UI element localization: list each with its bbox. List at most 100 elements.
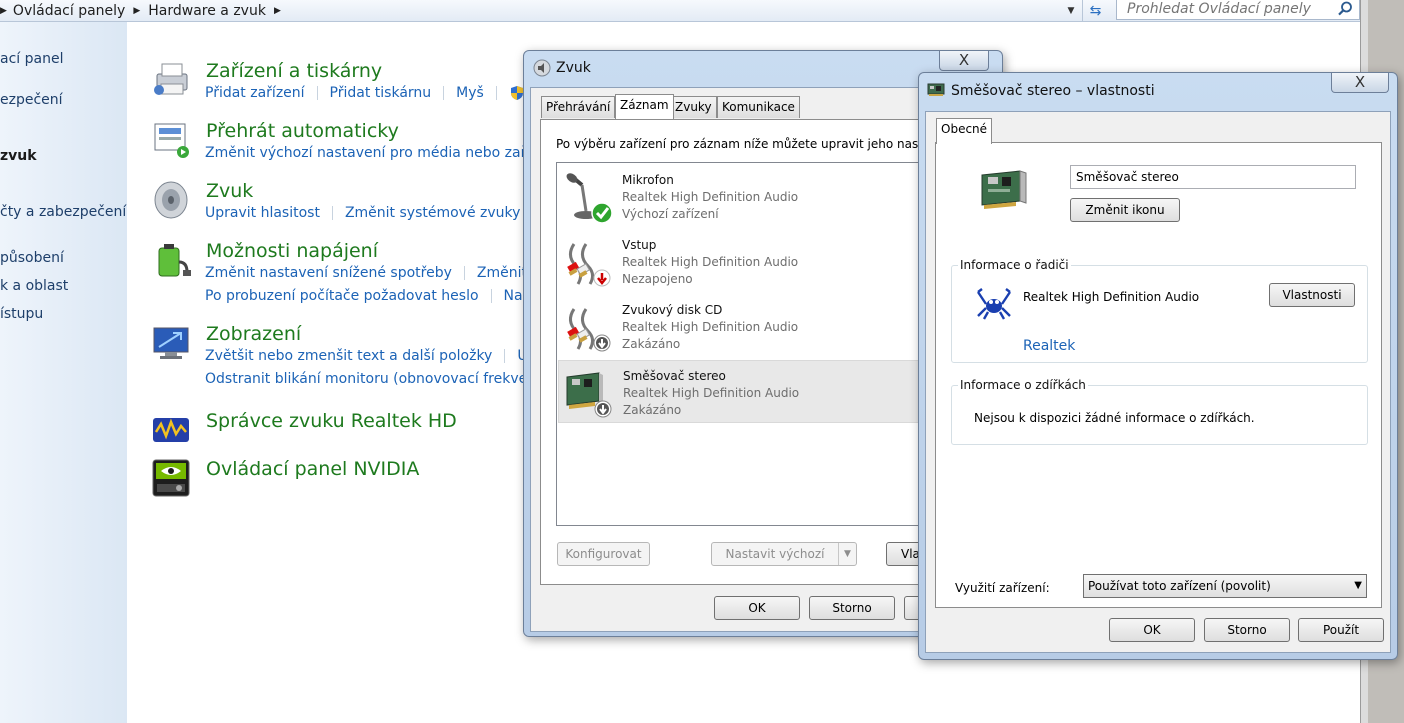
controller-name: Realtek High Definition Audio [1023,290,1200,304]
set-default-button[interactable]: Nastavit výchozí ▼ [711,542,857,566]
device-list[interactable]: Mikrofon Realtek High Definition Audio Výc… [556,162,926,526]
link-separator [463,266,465,280]
category-title[interactable]: Zařízení a tiskárny [206,60,382,82]
device-usage-select[interactable]: Používat toto zařízení (povolit) ▼ [1083,574,1367,598]
category-link[interactable]: Změnit systémové zvuky [345,205,520,221]
breadcrumb-control-panel[interactable]: Ovládací panely [13,3,125,19]
close-button[interactable]: X [939,51,989,71]
breadcrumb-arrow-icon[interactable]: ▶ [0,6,7,16]
device-name: Vstup [622,238,657,252]
device-usage-label: Využití zařízení: [955,581,1050,595]
cancel-button[interactable]: Storno [809,596,895,620]
category-link[interactable]: Zvětšit nebo zmenšit text a další položk… [205,348,492,364]
sidebar-item[interactable]: ezpečení [0,92,63,108]
jack-info-group: Informace o zdířkách Nejsou k dispozici … [951,378,1368,445]
speaker-icon [533,59,551,77]
nvidia-icon[interactable] [151,458,191,498]
device-status: Zakázáno [623,403,682,417]
search-icon[interactable] [1337,0,1353,18]
sidebar-item[interactable]: čty a zabezpečení [0,204,126,220]
sound-card-icon [981,170,1027,209]
device-name: Mikrofon [622,173,674,187]
device-status: Výchozí zařízení [622,207,719,221]
breadcrumb-arrow-icon[interactable]: ▶ [133,6,140,16]
tab-sounds[interactable]: Zvuky [670,96,717,118]
category-link[interactable]: Změnit nastavení snížené spotřeby [205,265,452,281]
change-icon-button[interactable]: Změnit ikonu [1070,198,1180,222]
tab-playback[interactable]: Přehrávání [541,96,616,118]
general-tab-page: Změnit ikonu Informace o řadiči Realtek … [935,142,1382,608]
search-input[interactable] [1125,0,1335,18]
breadcrumb-arrow-icon[interactable]: ▶ [274,6,281,16]
jack-info-text: Nejsou k dispozici žádné informace o zdí… [974,411,1255,425]
cancel-button[interactable]: Storno [1204,618,1290,642]
realtek-audio-icon[interactable] [151,410,191,450]
ok-button[interactable]: OK [714,596,800,620]
chevron-down-icon[interactable]: ▼ [1354,575,1362,597]
category-links: Upravit hlasitost Změnit systémové zvuky [205,205,545,221]
ok-button[interactable]: OK [1109,618,1195,642]
controller-properties-button[interactable]: Vlastnosti [1269,283,1355,307]
category-title[interactable]: Zvuk [206,180,253,202]
sidebar: ací panel ezpečení zvuk čty a zabezpečení pů… [0,22,127,723]
speaker-icon[interactable] [151,180,191,220]
device-status: Nezapojeno [622,272,693,286]
category-links: Přidat zařízeníPřidat tiskárnuMyšS [205,85,538,101]
printer-icon[interactable] [151,60,191,100]
sidebar-item[interactable]: ací panel [0,51,63,67]
realtek-crab-icon [977,288,1011,320]
sidebar-item[interactable]: zvuk [0,148,37,164]
category-links: Odstranit blikání monitoru (obnovovací f… [205,371,544,387]
device-usage-value: Používat toto zařízení (povolit) [1088,579,1271,593]
category-links: Zvětšit nebo zmenšit text a další položk… [205,348,542,364]
tab-recording[interactable]: Záznam [615,94,674,119]
tab-communications[interactable]: Komunikace [717,96,800,118]
category-title[interactable]: Správce zvuku Realtek HD [206,410,457,432]
close-button[interactable]: X [1331,73,1389,93]
autoplay-icon[interactable] [151,120,191,160]
device-name: Směšovač stereo [623,369,726,383]
configure-button[interactable]: Konfigurovat [557,542,650,566]
category-link[interactable]: Změnit výchozí nastavení pro média nebo … [205,145,546,161]
category-links: Změnit nastavení snížené spotřeby Změnit … [205,265,548,281]
window-title: Směšovač stereo – vlastnosti [951,83,1155,99]
battery-icon[interactable] [151,240,191,280]
rca-cable-icon [567,243,611,287]
search-box[interactable] [1116,0,1360,20]
sound-card-icon [927,83,945,96]
refresh-icon[interactable]: ⇆ [1082,0,1108,22]
sidebar-item[interactable]: ístupu [0,306,43,322]
category-title[interactable]: Možnosti napájení [206,240,378,262]
device-list-item[interactable]: Směšovač stereo Realtek High Definition A… [558,360,926,423]
device-list-item[interactable]: Zvukový disk CD Realtek High Definition A… [558,295,926,358]
category-link[interactable]: Přidat zařízení [205,85,305,101]
device-name: Zvukový disk CD [622,303,723,317]
tab-general[interactable]: Obecné [936,118,993,144]
category-link[interactable]: Přidat tiskárnu [330,85,432,101]
category-link[interactable]: Upravit hlasitost [205,205,320,221]
manufacturer-link[interactable]: Realtek [1023,338,1075,354]
apply-button[interactable]: Použít [1298,618,1384,642]
monitor-icon[interactable] [151,323,191,363]
category-title[interactable]: Zobrazení [206,323,301,345]
chevron-down-icon[interactable]: ▼ [838,543,856,565]
controller-info-group: Informace o řadiči Realtek High Definiti… [951,258,1368,363]
sidebar-item[interactable]: působení [0,250,64,266]
device-driver: Realtek High Definition Audio [622,255,799,269]
category-title[interactable]: Ovládací panel NVIDIA [206,458,419,480]
sound-card-icon [566,372,612,418]
device-name-field[interactable] [1070,165,1356,189]
breadcrumb-hardware-sound[interactable]: Hardware a zvuk [148,3,266,19]
link-separator [495,86,497,100]
category-link[interactable]: Odstranit blikání monitoru (obnovovací f… [205,371,544,387]
device-list-item[interactable]: Vstup Realtek High Definition Audio Nezapo… [558,230,926,293]
link-separator [443,86,445,100]
category-link[interactable]: Po probuzení počítače požadovat heslo [205,288,479,304]
category-links: Změnit výchozí nastavení pro média nebo … [205,145,546,161]
category-link[interactable]: Myš [456,85,484,101]
stereo-mix-properties-dialog: Směšovač stereo – vlastnosti X Obecné Zm… [918,72,1398,660]
category-title[interactable]: Přehrát automaticky [206,120,399,142]
sidebar-item[interactable]: k a oblast [0,278,68,294]
address-dropdown-icon[interactable]: ▼ [1062,3,1080,19]
device-list-item[interactable]: Mikrofon Realtek High Definition Audio Výc… [558,165,926,228]
